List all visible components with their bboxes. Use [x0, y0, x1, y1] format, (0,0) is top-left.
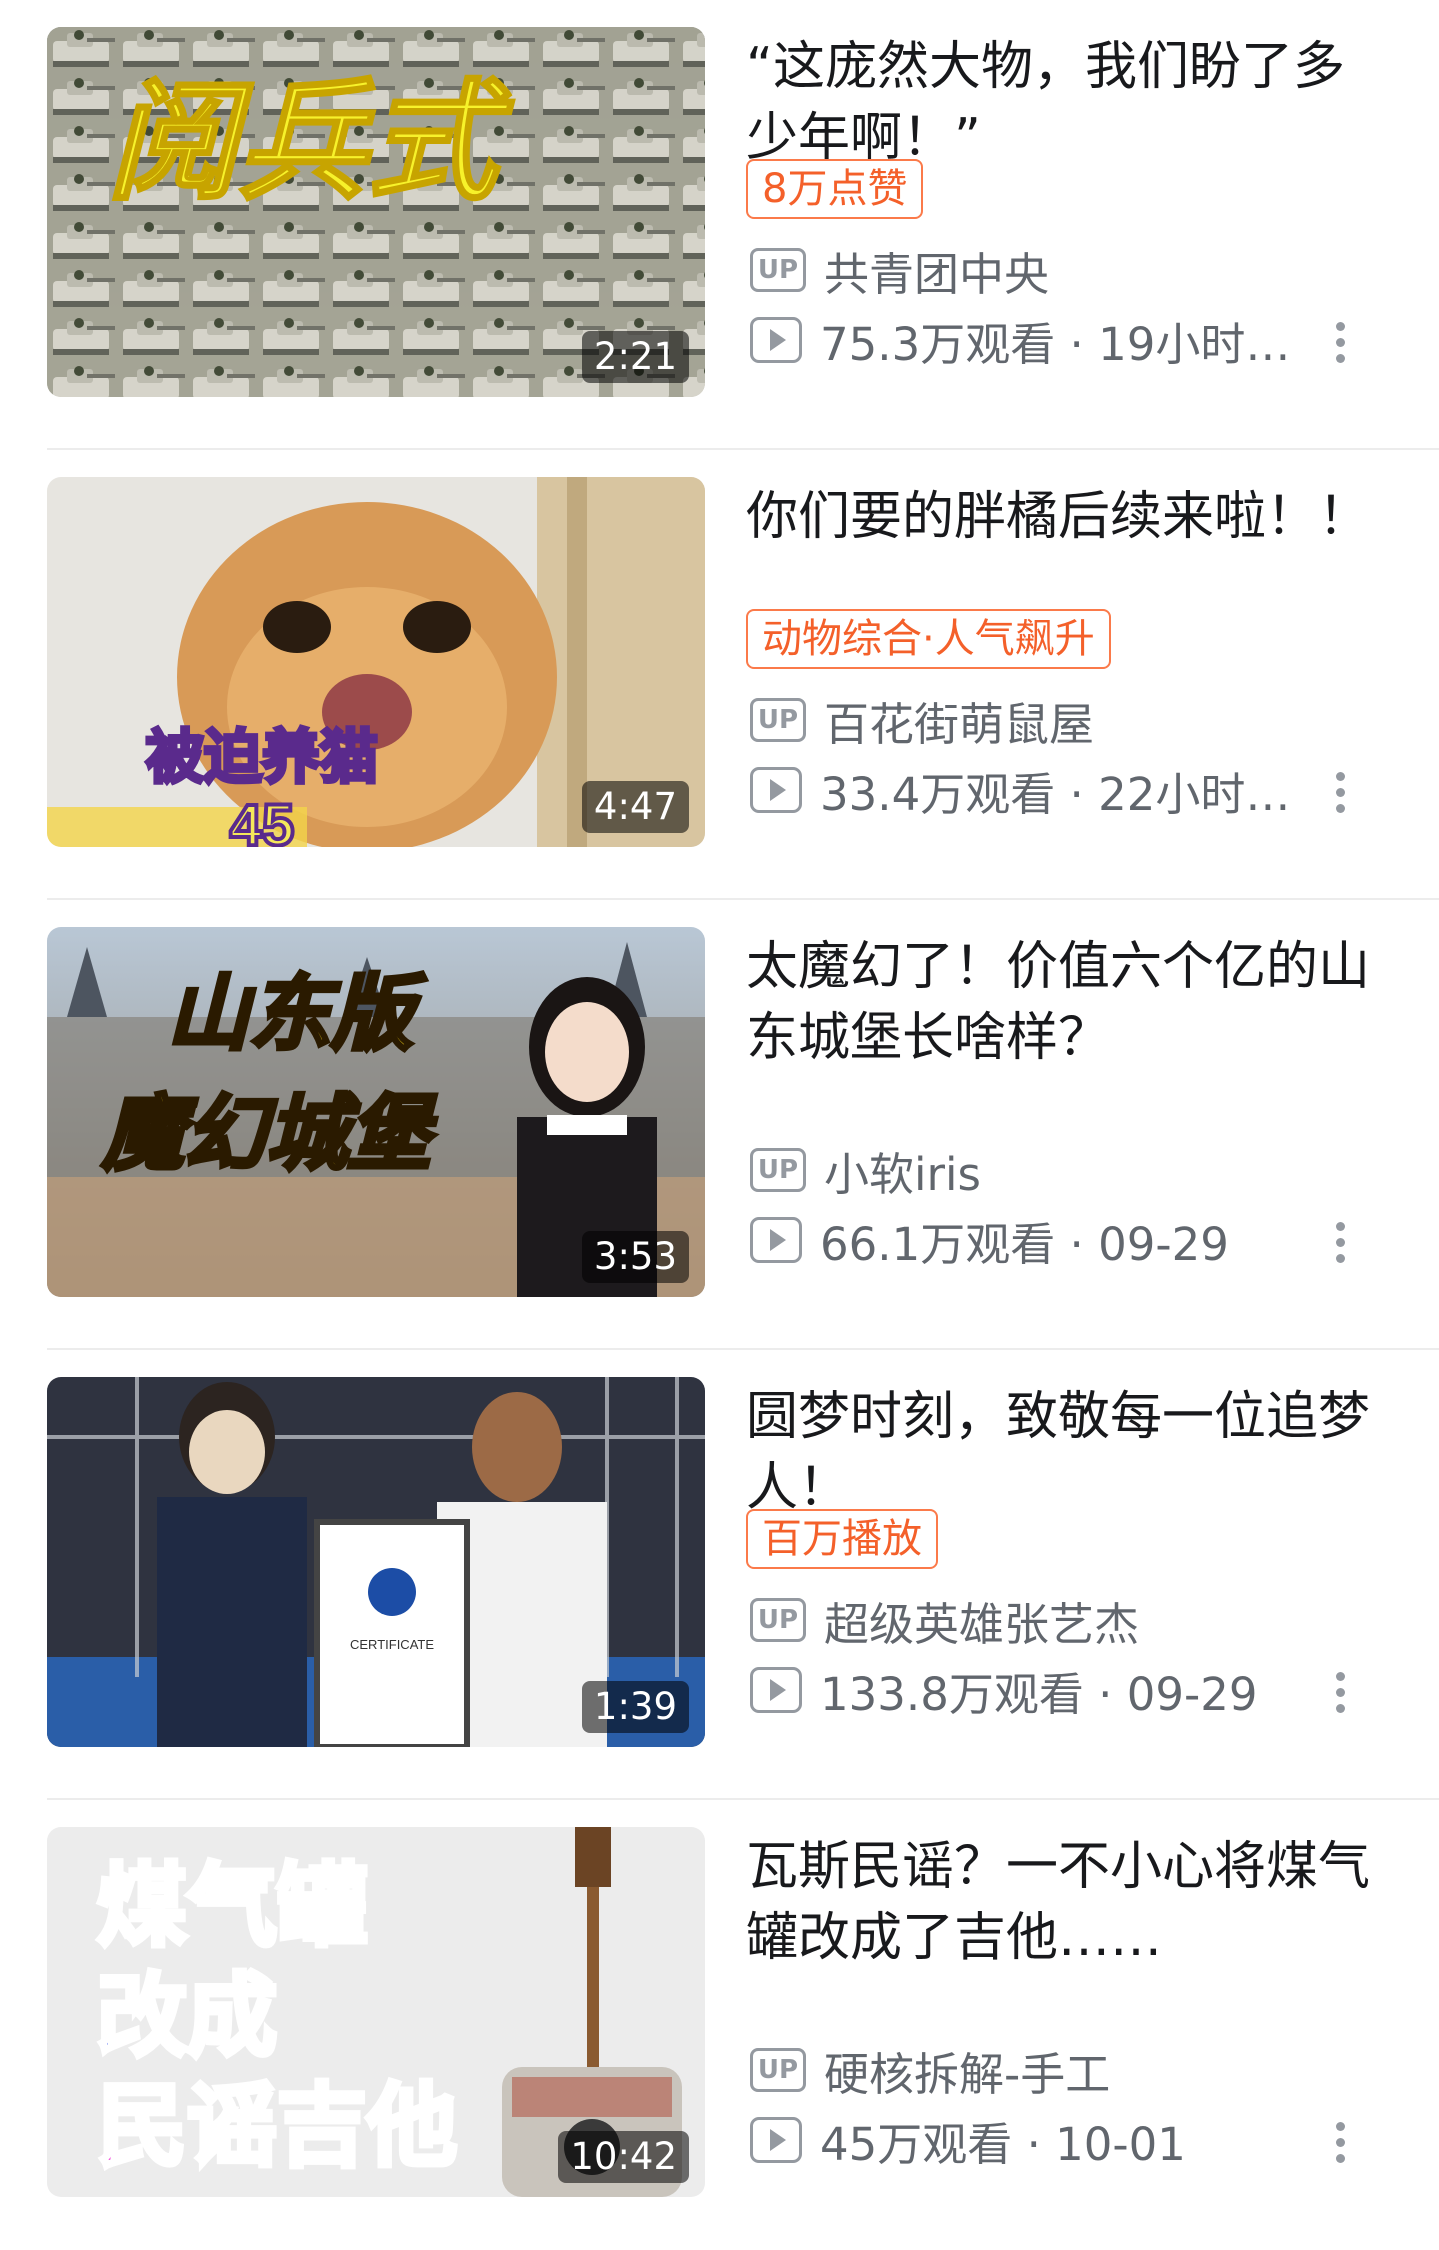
video-thumbnail[interactable]: 煤气罐 改成 民谣吉他 10:42	[47, 1827, 705, 2197]
video-title[interactable]: 圆梦时刻，致敬每一位追梦人！	[746, 1382, 1386, 1524]
uploader-row[interactable]: UP 小软iris	[750, 1138, 981, 1203]
thumbnail-caption: 煤气罐	[97, 1857, 367, 1957]
more-options-icon[interactable]	[1320, 2112, 1360, 2172]
video-duration: 4:47	[581, 781, 689, 833]
uploader-row[interactable]: UP 超级英雄张艺杰	[750, 1588, 1139, 1653]
up-icon: UP	[750, 248, 806, 292]
view-count-and-time: 133.8万观看 · 09-29	[820, 1667, 1258, 1721]
uploader-row[interactable]: UP 百花街萌鼠屋	[750, 688, 1094, 753]
thumbnail-caption-2: 魔幻城堡	[101, 1089, 437, 1180]
video-thumbnail[interactable]: 阅兵式 2:21	[47, 27, 705, 397]
video-title[interactable]: “这庞然大物，我们盼了多少年啊！”	[746, 32, 1386, 174]
more-options-icon[interactable]	[1320, 1212, 1360, 1272]
thumbnail-caption-2: 改成	[97, 1967, 277, 2067]
view-count-and-time: 75.3万观看 · 19小时…	[820, 317, 1291, 371]
up-icon: UP	[750, 2048, 806, 2092]
video-duration: 3:53	[581, 1231, 689, 1283]
more-options-icon[interactable]	[1320, 1662, 1360, 1722]
video-thumbnail[interactable]: 被迫养猫 45 4:47	[47, 477, 705, 847]
video-card[interactable]: CERTIFICATE 1:39 圆梦时刻，致敬每一位追梦人！ 百万播放 UP …	[0, 1350, 1439, 1800]
video-stats-row: 75.3万观看 · 19小时…	[750, 310, 1291, 371]
play-count-icon	[750, 1667, 802, 1713]
video-duration: 2:21	[581, 331, 689, 383]
up-icon: UP	[750, 698, 806, 742]
video-stats-row: 45万观看 · 10-01	[750, 2110, 1186, 2171]
up-icon: UP	[750, 1598, 806, 1642]
play-count-icon	[750, 317, 802, 363]
thumbnail-caption-3: 民谣吉他	[97, 2077, 457, 2177]
play-count-icon	[750, 1217, 802, 1263]
video-stats-row: 133.8万观看 · 09-29	[750, 1660, 1258, 1721]
uploader-row[interactable]: UP 硬核拆解-手工	[750, 2038, 1110, 2103]
uploader-row[interactable]: UP 共青团中央	[750, 238, 1049, 303]
view-count-and-time: 33.4万观看 · 22小时…	[820, 767, 1291, 821]
uploader-name[interactable]: 百花街萌鼠屋	[824, 688, 1094, 753]
video-tag-badge: 动物综合·人气飙升	[746, 609, 1111, 669]
up-icon: UP	[750, 1148, 806, 1192]
play-count-icon	[750, 2117, 802, 2163]
video-tag-badge: 8万点赞	[746, 159, 924, 219]
video-duration: 10:42	[558, 2131, 689, 2183]
thumbnail-caption: 阅兵式	[107, 69, 514, 215]
video-card[interactable]: 被迫养猫 45 4:47 你们要的胖橘后续来啦！！ 动物综合·人气飙升 UP 百…	[0, 450, 1439, 900]
video-stats-row: 66.1万观看 · 09-29	[750, 1210, 1229, 1271]
video-tag-badge: 百万播放	[746, 1509, 938, 1569]
video-stats-row: 33.4万观看 · 22小时…	[750, 760, 1291, 821]
view-count-and-time: 66.1万观看 · 09-29	[820, 1217, 1229, 1271]
uploader-name[interactable]: 小软iris	[824, 1138, 981, 1203]
video-title[interactable]: 瓦斯民谣？一不小心将煤气罐改成了吉他……	[746, 1832, 1386, 1974]
video-card[interactable]: 山东版 魔幻城堡 3:53 太魔幻了！价值六个亿的山东城堡长啥样？ UP 小软i…	[0, 900, 1439, 1350]
thumbnail-caption-2: 45	[230, 793, 295, 847]
video-title[interactable]: 太魔幻了！价值六个亿的山东城堡长啥样？	[746, 932, 1386, 1074]
thumbnail-caption: 被迫养猫	[146, 725, 378, 790]
video-thumbnail[interactable]: 山东版 魔幻城堡 3:53	[47, 927, 705, 1297]
thumbnail-caption: 山东版	[167, 969, 427, 1060]
video-title[interactable]: 你们要的胖橘后续来啦！！	[746, 482, 1386, 553]
video-card[interactable]: 煤气罐 改成 民谣吉他 10:42 瓦斯民谣？一不小心将煤气罐改成了吉他…… U…	[0, 1800, 1439, 2250]
more-options-icon[interactable]	[1320, 762, 1360, 822]
play-count-icon	[750, 767, 802, 813]
uploader-name[interactable]: 共青团中央	[824, 238, 1049, 303]
video-card[interactable]: 阅兵式 2:21 “这庞然大物，我们盼了多少年啊！” 8万点赞 UP 共青团中央…	[0, 0, 1439, 450]
thumbnail-caption: CERTIFICATE	[350, 1637, 434, 1652]
uploader-name[interactable]: 超级英雄张艺杰	[824, 1588, 1139, 1653]
more-options-icon[interactable]	[1320, 312, 1360, 372]
video-thumbnail[interactable]: CERTIFICATE 1:39	[47, 1377, 705, 1747]
video-duration: 1:39	[581, 1681, 689, 1733]
uploader-name[interactable]: 硬核拆解-手工	[824, 2038, 1110, 2103]
view-count-and-time: 45万观看 · 10-01	[820, 2117, 1186, 2171]
